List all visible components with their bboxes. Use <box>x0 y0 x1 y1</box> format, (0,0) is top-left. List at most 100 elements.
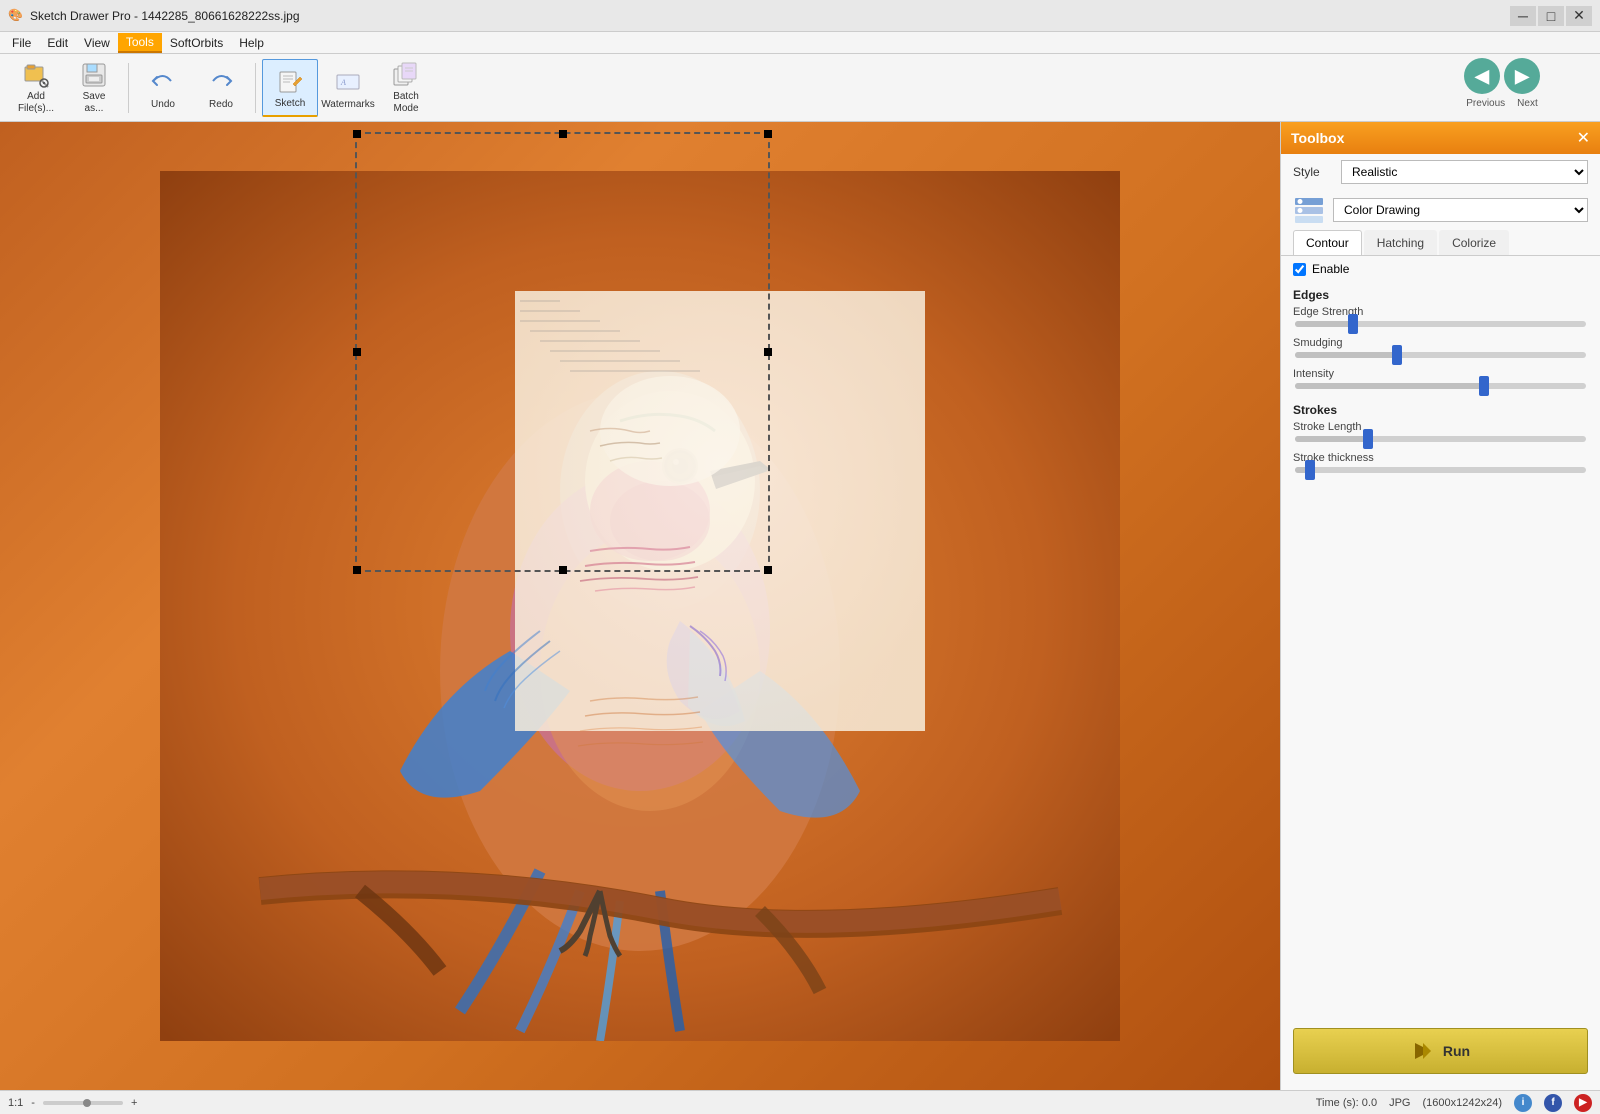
watermarks-label: Watermarks <box>321 99 375 111</box>
toolbar-separator-1 <box>128 63 129 113</box>
sketch-button[interactable]: Sketch <box>262 59 318 117</box>
format-label: JPG <box>1389 1097 1410 1109</box>
save-as-label: Saveas... <box>83 91 106 115</box>
nav-buttons: ◀ ▶ <box>1464 58 1540 94</box>
smudging-fill <box>1295 352 1397 358</box>
run-button[interactable]: Run <box>1293 1028 1588 1074</box>
zoom-max-button[interactable]: + <box>127 1097 141 1109</box>
edge-strength-track[interactable] <box>1295 321 1586 327</box>
smudging-thumb[interactable] <box>1392 345 1402 365</box>
menu-view[interactable]: View <box>76 34 118 52</box>
smudging-slider-row: Smudging <box>1281 335 1600 366</box>
window-controls: ─ □ ✕ <box>1510 6 1592 26</box>
zoom-track[interactable] <box>43 1101 123 1105</box>
stroke-thickness-thumb[interactable] <box>1305 460 1315 480</box>
watermarks-icon: A <box>332 65 364 97</box>
batch-mode-button[interactable]: BatchMode <box>378 59 434 117</box>
watermarks-button[interactable]: A Watermarks <box>320 59 376 117</box>
bird-svg <box>160 171 1120 1041</box>
toolbox-panel: Toolbox ✕ Style Realistic Color <box>1280 122 1600 1090</box>
tabs-row: Contour Hatching Colorize <box>1281 230 1600 256</box>
menu-edit[interactable]: Edit <box>39 34 76 52</box>
menu-tools[interactable]: Tools <box>118 33 162 53</box>
toolbar-separator-2 <box>255 63 256 113</box>
enable-row: Enable <box>1281 256 1600 282</box>
maximize-button[interactable]: □ <box>1538 6 1564 26</box>
add-files-label: AddFile(s)... <box>18 91 54 115</box>
time-label: Time (s): 0.0 <box>1316 1097 1377 1109</box>
intensity-slider-row: Intensity <box>1281 366 1600 397</box>
title-bar-text: Sketch Drawer Pro - 1442285_80661628222s… <box>30 9 1510 23</box>
toolbox-spacer <box>1281 481 1600 1012</box>
dimensions-label: (1600x1242x24) <box>1422 1097 1502 1109</box>
stroke-thickness-slider-row: Stroke thickness <box>1281 450 1600 481</box>
previous-label: Previous <box>1466 98 1505 109</box>
nav-labels: Previous Next <box>1466 98 1537 109</box>
style-label: Style <box>1293 165 1333 179</box>
app-icon: 🎨 <box>8 8 24 24</box>
tab-contour[interactable]: Contour <box>1293 230 1362 255</box>
add-files-button[interactable]: AddFile(s)... <box>8 59 64 117</box>
redo-button[interactable]: Redo <box>193 59 249 117</box>
stroke-length-track[interactable] <box>1295 436 1586 442</box>
info-button[interactable]: i <box>1514 1094 1532 1112</box>
redo-icon <box>205 65 237 97</box>
style-select[interactable]: Realistic <box>1341 160 1588 184</box>
zoom-thumb <box>83 1099 91 1107</box>
tab-colorize[interactable]: Colorize <box>1439 230 1509 255</box>
run-area: Run <box>1281 1012 1600 1090</box>
presets-icon <box>1293 194 1325 226</box>
smudging-track[interactable] <box>1295 352 1586 358</box>
toolbox-header: Toolbox ✕ <box>1281 122 1600 154</box>
run-label: Run <box>1443 1043 1470 1059</box>
batch-mode-label: BatchMode <box>393 91 419 115</box>
undo-icon <box>147 65 179 97</box>
menu-softorbits[interactable]: SoftOrbits <box>162 34 231 52</box>
svg-text:A: A <box>340 78 346 87</box>
share-button[interactable]: f <box>1544 1094 1562 1112</box>
stroke-thickness-label: Stroke thickness <box>1293 452 1588 464</box>
undo-button[interactable]: Undo <box>135 59 191 117</box>
next-label: Next <box>1517 98 1538 109</box>
minimize-button[interactable]: ─ <box>1510 6 1536 26</box>
edge-strength-fill <box>1295 321 1353 327</box>
presets-select[interactable]: Color Drawing <box>1333 198 1588 222</box>
save-as-button[interactable]: Saveas... <box>66 59 122 117</box>
title-bar: 🎨 Sketch Drawer Pro - 1442285_8066162822… <box>0 0 1600 32</box>
next-button[interactable]: ▶ <box>1504 58 1540 94</box>
undo-label: Undo <box>151 99 175 111</box>
stroke-thickness-track[interactable] <box>1295 467 1586 473</box>
run-icon <box>1411 1039 1435 1063</box>
sketch-icon <box>274 64 306 96</box>
intensity-track[interactable] <box>1295 383 1586 389</box>
intensity-thumb[interactable] <box>1479 376 1489 396</box>
save-icon <box>78 61 110 89</box>
menu-file[interactable]: File <box>4 34 39 52</box>
edge-strength-thumb[interactable] <box>1348 314 1358 334</box>
previous-button[interactable]: ◀ <box>1464 58 1500 94</box>
canvas-area[interactable] <box>0 122 1280 1090</box>
video-button[interactable]: ▶ <box>1574 1094 1592 1112</box>
stroke-length-slider-row: Stroke Length <box>1281 419 1600 450</box>
menu-help[interactable]: Help <box>231 34 272 52</box>
stroke-length-label: Stroke Length <box>1293 421 1588 433</box>
edge-strength-slider-row: Edge Strength <box>1281 304 1600 335</box>
zoom-min-button[interactable]: - <box>27 1097 39 1109</box>
stroke-length-fill <box>1295 436 1368 442</box>
intensity-fill <box>1295 383 1484 389</box>
toolbox-close-button[interactable]: ✕ <box>1577 128 1590 148</box>
close-button[interactable]: ✕ <box>1566 6 1592 26</box>
toolbox-title: Toolbox <box>1291 130 1344 146</box>
main-content: Toolbox ✕ Style Realistic Color <box>0 122 1600 1090</box>
intensity-label: Intensity <box>1293 368 1588 380</box>
status-bar: 1:1 - + Time (s): 0.0 JPG (1600x1242x24)… <box>0 1090 1600 1114</box>
strokes-section-header: Strokes <box>1281 397 1600 419</box>
menu-bar: File Edit View Tools SoftOrbits Help <box>0 32 1600 54</box>
add-files-icon <box>20 61 52 89</box>
enable-checkbox[interactable] <box>1293 263 1306 276</box>
stroke-length-thumb[interactable] <box>1363 429 1373 449</box>
presets-row: Color Drawing <box>1281 190 1600 230</box>
bird-image <box>0 122 1280 1090</box>
tab-hatching[interactable]: Hatching <box>1364 230 1437 255</box>
enable-label: Enable <box>1312 262 1349 276</box>
